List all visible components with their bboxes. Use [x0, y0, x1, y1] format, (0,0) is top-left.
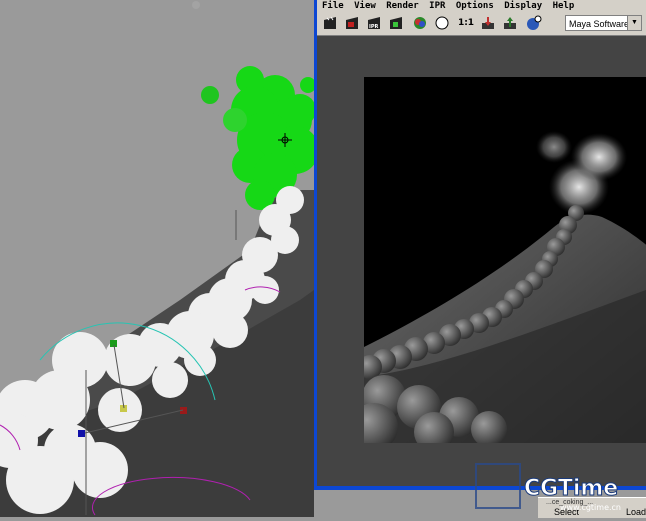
- svg-text:CGTime: CGTime: [524, 476, 618, 501]
- menu-options[interactable]: Options: [456, 1, 494, 11]
- svg-text:www.cgtime.cn: www.cgtime.cn: [560, 503, 621, 512]
- render-globals-icon[interactable]: [526, 15, 542, 31]
- render-region-icon[interactable]: [344, 15, 360, 31]
- render-view-window[interactable]: File View Render IPR Options Display Hel…: [314, 0, 646, 490]
- render-view-toolbar: IPR 1:1 Maya Software ▼: [317, 13, 646, 36]
- handle-green: [110, 340, 117, 347]
- menu-file[interactable]: File: [322, 1, 344, 11]
- keep-image-icon[interactable]: [480, 15, 496, 31]
- chevron-down-icon[interactable]: ▼: [627, 16, 641, 30]
- render-area[interactable]: [317, 36, 646, 486]
- menu-help[interactable]: Help: [553, 1, 575, 11]
- menu-render[interactable]: Render: [386, 1, 419, 11]
- cgtime-logo: CGTime www.cgtime.cn: [475, 463, 621, 512]
- refresh-ipr-icon[interactable]: [388, 15, 404, 31]
- ipr-render-icon[interactable]: IPR: [366, 15, 382, 31]
- handle-blue: [78, 430, 85, 437]
- cgtime-watermark: CGTime www.cgtime.cn: [472, 462, 646, 517]
- menu-ipr[interactable]: IPR: [429, 1, 445, 11]
- svg-text:IPR: IPR: [369, 24, 379, 30]
- rgb-channel-icon[interactable]: [412, 15, 428, 31]
- alpha-channel-icon[interactable]: [434, 15, 450, 31]
- selected-particles: [201, 66, 319, 210]
- real-size-button[interactable]: 1:1: [456, 15, 476, 31]
- rendered-image: [364, 77, 646, 443]
- renderer-value: Maya Software: [569, 19, 630, 29]
- menu-view[interactable]: View: [354, 1, 376, 11]
- menu-display[interactable]: Display: [504, 1, 542, 11]
- renderer-dropdown[interactable]: Maya Software ▼: [565, 15, 642, 31]
- render-frame-icon[interactable]: [322, 15, 338, 31]
- render-view-menubar: File View Render IPR Options Display Hel…: [317, 0, 646, 13]
- remove-image-icon[interactable]: [502, 15, 518, 31]
